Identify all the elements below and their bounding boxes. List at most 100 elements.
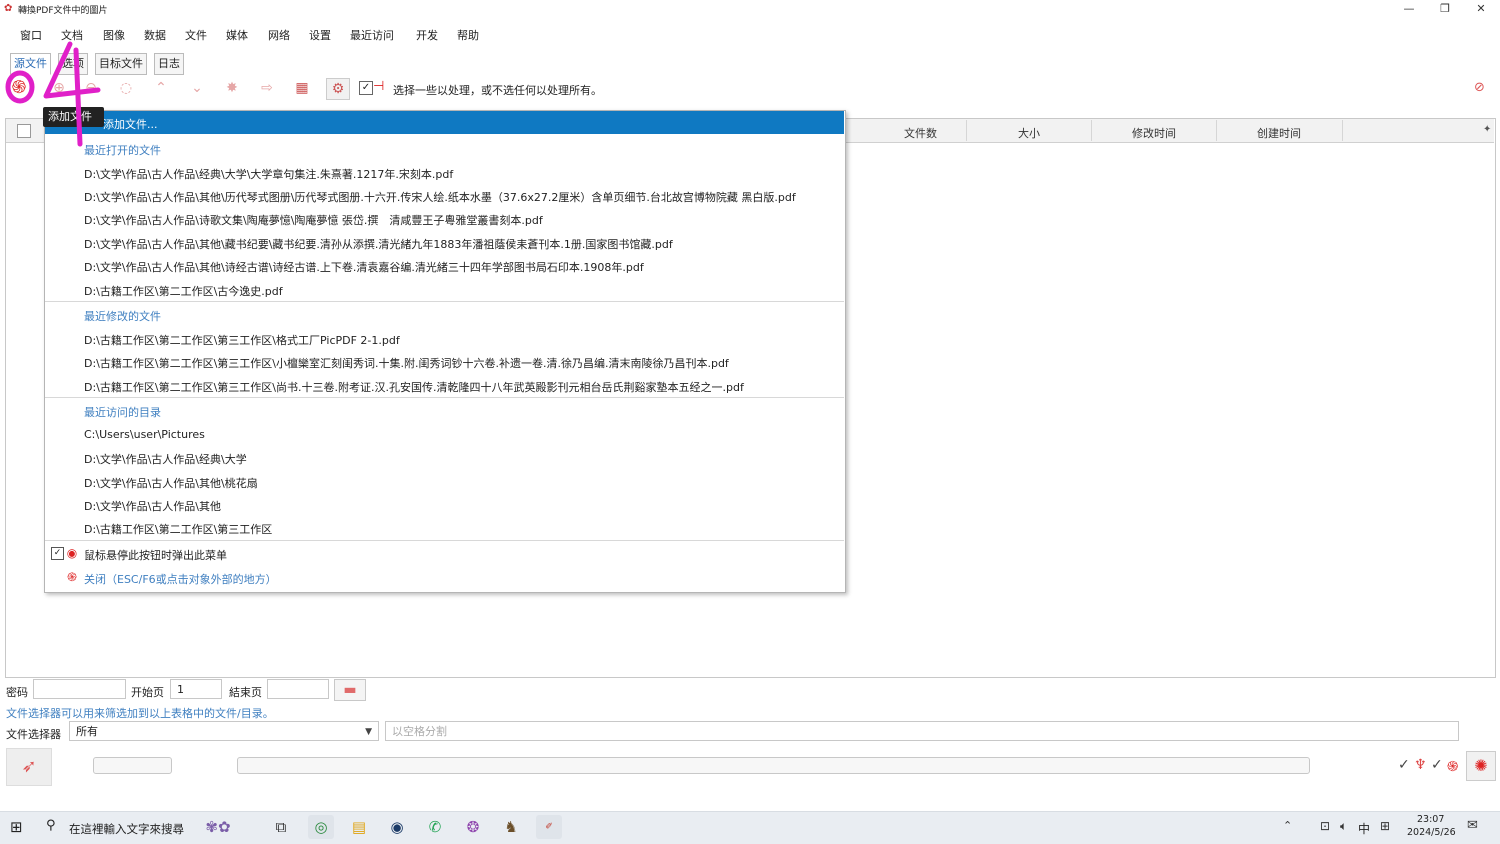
task-view-icon[interactable]: ⧉	[268, 815, 294, 839]
section-recent-modified: 最近修改的文件	[84, 310, 161, 323]
flag-icon: ⊣	[373, 79, 385, 94]
clock-time[interactable]: 23:07	[1417, 814, 1444, 825]
menu-media[interactable]: 媒体	[226, 27, 248, 43]
list-icon[interactable]: ▦	[291, 78, 313, 98]
column-separator	[1216, 120, 1217, 141]
menu-divider	[45, 540, 844, 541]
recent-opened-item[interactable]: D:\古籍工作区\第二工作区\古今逸史.pdf	[84, 283, 283, 299]
file-selector-value: 所有	[76, 725, 98, 738]
ime-indicator[interactable]: 中	[1358, 820, 1370, 837]
recent-opened-item[interactable]: D:\文学\作品\古人作品\诗歌文集\陶庵夢憶\陶庵夢憶 張岱.撰 清咸豐王子粵…	[84, 212, 543, 228]
settings-wheel-button[interactable]: ✺	[1466, 751, 1496, 781]
password-label: 密码	[6, 686, 28, 699]
selection-hint: 选择一些以处理，或不选任何以处理所有。	[393, 84, 602, 97]
column-separator	[966, 120, 967, 141]
col-file-count[interactable]: 文件数	[904, 125, 937, 141]
file-explorer-icon[interactable]: ▤	[346, 815, 372, 839]
recent-dir-item[interactable]: C:\Users\user\Pictures	[84, 428, 205, 441]
end-page-label: 結束页	[229, 686, 262, 699]
hover-popup-option[interactable]: 鼠标悬停此按钮时弹出此菜单	[84, 547, 227, 563]
recent-modified-item[interactable]: D:\古籍工作区\第二工作区\第三工作区\小檀欒室汇刻闺秀词.十集.附.闺秀词钞…	[84, 355, 729, 371]
start-page-label: 开始页	[131, 686, 164, 699]
network-icon[interactable]: ⊡	[1320, 819, 1330, 833]
run-button[interactable]: ➶	[6, 748, 52, 786]
menu-divider	[45, 301, 844, 302]
column-menu-icon[interactable]: ✦	[1483, 124, 1491, 135]
chrome-icon[interactable]: ◎	[308, 815, 334, 839]
export-icon[interactable]: ⇨	[256, 78, 278, 98]
notification-icon[interactable]: ✉	[1467, 818, 1478, 833]
restore-button[interactable]: ❐	[1428, 0, 1462, 18]
eye-off-icon[interactable]: ⊘	[1474, 80, 1485, 95]
steam-icon[interactable]: ◉	[384, 815, 410, 839]
search-icon[interactable]: ⚲	[46, 818, 56, 833]
pdf-converter-icon[interactable]: ✐	[536, 815, 562, 839]
filter-input[interactable]: 以空格分割	[385, 721, 1459, 741]
app-icon: ✿	[4, 3, 13, 14]
recent-opened-item[interactable]: D:\文学\作品\古人作品\经典\大学\大学章句集注.朱熹著.1217年.宋刻本…	[84, 166, 453, 182]
password-field[interactable]	[33, 679, 126, 699]
check-icon[interactable]: ✓	[1431, 757, 1443, 773]
close-menu-option[interactable]: 关闭（ESC/F6或点击对象外部的地方）	[84, 571, 277, 587]
handwritten-annotation	[5, 41, 101, 147]
gear-icon[interactable]: ⚙	[326, 78, 350, 100]
status-field	[93, 757, 172, 774]
tab-log[interactable]: 日志	[154, 53, 184, 75]
menu-file[interactable]: 文件	[185, 27, 207, 43]
menu-add-file-label: 添加文件...	[103, 118, 158, 131]
start-page-field[interactable]: 1	[170, 679, 222, 699]
flowers-icon: ✾✿	[205, 818, 231, 836]
close-icon: ֍	[67, 570, 77, 584]
hover-popup-checkbox[interactable]: ✓	[51, 547, 64, 560]
windows-start-icon[interactable]: ⊞	[10, 818, 23, 836]
whatsapp-icon[interactable]: ✆	[422, 815, 448, 839]
col-modified[interactable]: 修改时间	[1132, 125, 1176, 141]
minimize-button[interactable]: —	[1392, 0, 1426, 18]
move-down-button[interactable]: ⌄	[186, 78, 208, 98]
check-icon[interactable]: ✓	[1398, 757, 1410, 773]
recent-modified-item[interactable]: D:\古籍工作区\第二工作区\第三工作区\尚书.十三卷.附考证.汉.孔安国传.清…	[84, 379, 744, 395]
spark-icon[interactable]: ✸	[221, 78, 243, 98]
window-title: 轉換PDF文件中的圖片	[18, 6, 108, 16]
menu-add-file[interactable]: 添加文件...	[45, 111, 844, 134]
clear-button[interactable]: ◌	[115, 78, 137, 98]
menu-help[interactable]: 帮助	[457, 27, 479, 43]
swirl-icon[interactable]: ֍	[1447, 757, 1458, 776]
menu-bar	[0, 24, 1500, 44]
move-up-button[interactable]: ⌃	[150, 78, 172, 98]
recent-dir-item[interactable]: D:\古籍工作区\第二工作区\第三工作区	[84, 521, 272, 537]
title-bar: ✿ 轉換PDF文件中的圖片 — ❐ ✕	[0, 0, 1500, 18]
chevron-up-icon[interactable]: ⌃	[1283, 819, 1292, 832]
col-created[interactable]: 创建时间	[1257, 125, 1301, 141]
section-recent-dirs: 最近访问的目录	[84, 406, 161, 419]
select-checkbox[interactable]: ✓	[359, 81, 373, 95]
recent-opened-item[interactable]: D:\文学\作品\古人作品\其他\藏书纪要\藏书纪要.清孙从添撰.清光緒九年18…	[84, 236, 673, 252]
recent-modified-item[interactable]: D:\古籍工作区\第二工作区\第三工作区\格式工厂PicPDF 2-1.pdf	[84, 332, 400, 348]
app-icon[interactable]: ❂	[460, 815, 486, 839]
file-selector-hint: 文件选择器可以用来筛选加到以上表格中的文件/目录。	[6, 707, 274, 720]
clock-date[interactable]: 2024/5/26	[1407, 827, 1456, 838]
clear-pages-button[interactable]: ▬	[334, 679, 366, 701]
col-size[interactable]: 大小	[1018, 125, 1040, 141]
close-window-button[interactable]: ✕	[1464, 0, 1498, 18]
game-icon[interactable]: ♞	[498, 815, 524, 839]
recent-dir-item[interactable]: D:\文学\作品\古人作品\经典\大学	[84, 451, 247, 467]
menu-settings[interactable]: 设置	[309, 27, 331, 43]
menu-network[interactable]: 网络	[268, 27, 290, 43]
end-page-field[interactable]	[267, 679, 329, 699]
column-separator	[1342, 120, 1343, 141]
menu-divider	[45, 397, 844, 398]
taskbar-search-input[interactable]: 在這裡輸入文字來搜尋	[69, 821, 184, 837]
menu-data[interactable]: 数据	[144, 27, 166, 43]
recent-opened-item[interactable]: D:\文学\作品\古人作品\其他\诗经古谱\诗经古谱.上下卷.清袁嘉谷编.清光緒…	[84, 259, 644, 275]
speaker-icon[interactable]: 🔈︎	[1340, 819, 1347, 834]
keyboard-icon[interactable]: ⊞	[1380, 819, 1390, 833]
file-selector-dropdown[interactable]: 所有 ▼	[69, 721, 379, 741]
deer-icon[interactable]: ♆	[1414, 757, 1427, 773]
menu-develop[interactable]: 开发	[416, 27, 438, 43]
recent-opened-item[interactable]: D:\文学\作品\古人作品\其他\历代琴式图册\历代琴式图册.十六开.传宋人绘.…	[84, 189, 796, 205]
menu-recent[interactable]: 最近访问	[350, 27, 394, 43]
recent-dir-item[interactable]: D:\文学\作品\古人作品\其他\桃花扇	[84, 475, 258, 491]
recent-dir-item[interactable]: D:\文学\作品\古人作品\其他	[84, 498, 221, 514]
file-selector-label: 文件选择器	[6, 728, 61, 741]
